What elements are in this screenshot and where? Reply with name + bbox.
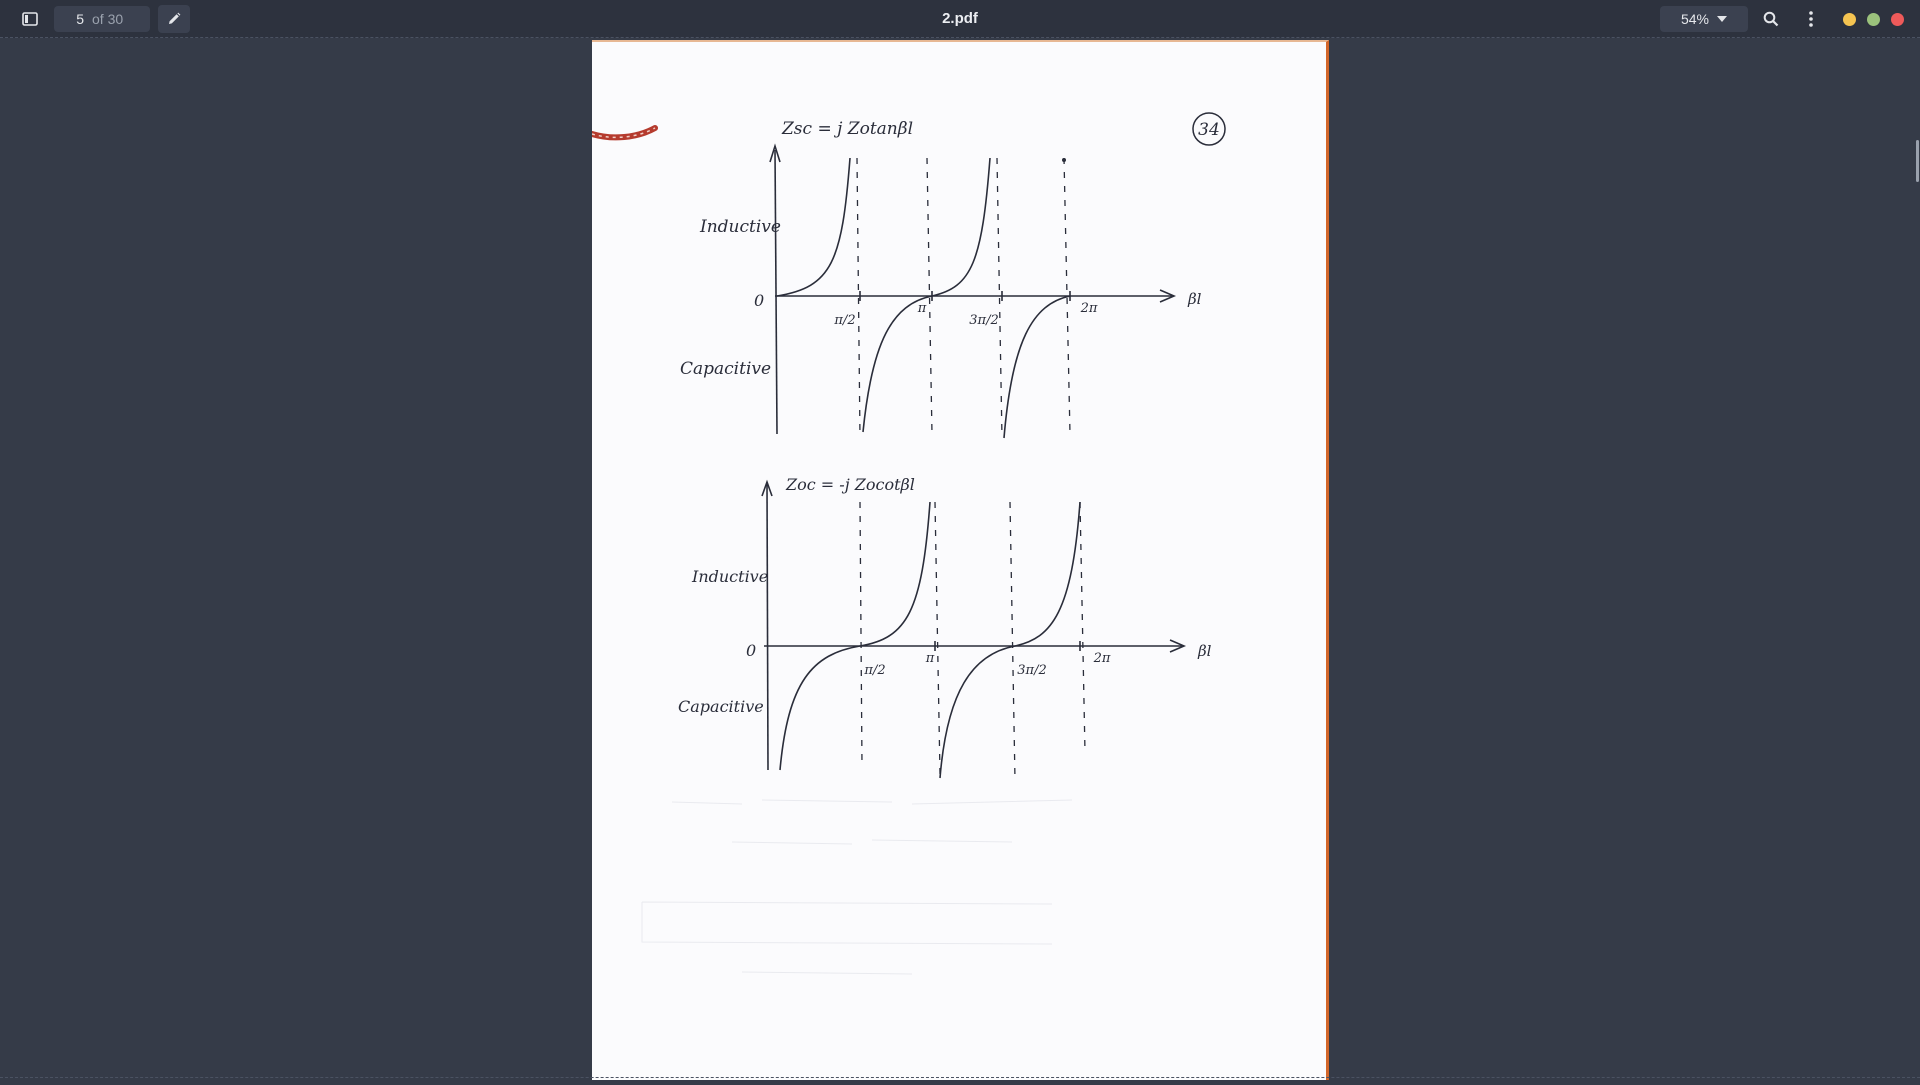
graph2-label-inductive: Inductive [691,567,768,586]
graph1 [769,143,1177,439]
document-title: 2.pdf [942,10,978,27]
graph1-y-axis [774,149,778,435]
pencil-icon [169,12,181,24]
annotate-button[interactable] [158,5,190,33]
kebab-menu-icon [1809,11,1813,27]
graph2-title: Zoc = -j Zocotβl [785,475,915,494]
scrollbar-thumb[interactable] [1916,140,1919,182]
graph1-label-capacitive: Capacitive [680,359,771,379]
maximize-button[interactable] [1867,13,1880,26]
document-viewer[interactable]: 34 Zsc = j Zotanβl Inductive Capacitive … [0,38,1920,1080]
graph2-curve-1 [779,501,931,771]
graph2 [761,479,1187,781]
graph2-curve-2 [939,501,1081,779]
graph2-origin: 0 [746,641,756,660]
graph1-origin: 0 [754,291,764,310]
sidebar-toggle-icon [22,12,38,26]
graph2-tick-3pi-half: 3π/2 [1017,663,1046,678]
search-icon [1763,11,1779,27]
graph1-curve-1 [776,157,851,297]
graph1-x-axis-label: βl [1187,290,1202,308]
graph2-y-axis [766,483,769,771]
search-button[interactable] [1756,5,1786,33]
graph2-x-axis-label: βl [1197,642,1212,660]
graph1-tick-2pi: 2π [1080,301,1098,316]
graph1-tick-3pi-half: 3π/2 [969,313,998,328]
graph1-tick-pi-half: π/2 [833,313,855,328]
pdf-page: 34 Zsc = j Zotanβl Inductive Capacitive … [589,40,1329,1080]
close-button[interactable] [1891,13,1904,26]
minimize-button[interactable] [1843,13,1856,26]
show-through-marks [641,799,1073,975]
graph2-tick-2pi: 2π [1093,651,1111,666]
zoom-label: 54% [1680,11,1710,27]
page-number-input[interactable]: 5 [54,11,92,27]
graph2-tick-pi: π [925,651,935,666]
menu-button[interactable] [1796,5,1826,33]
graph1-title: Zsc = j Zotanβl [781,119,913,139]
page-mark: 34 [1198,120,1220,140]
graph2-tick-pi-half: π/2 [863,663,885,678]
zoom-dropdown[interactable]: 54% [1660,6,1748,32]
sidebar-toggle-button[interactable] [14,5,46,33]
graph1-tick-pi: π [917,301,927,316]
page-indicator: 5 of 30 [54,6,150,32]
page-total-label: of 30 [92,11,124,27]
chevron-down-icon [1717,16,1728,22]
viewer-bottom-border [0,1077,1920,1078]
graph1-label-inductive: Inductive [699,217,781,237]
graph2-label-capacitive: Capacitive [678,697,764,716]
graph1-curve-2 [862,157,991,433]
graph1-curve-3 [1003,295,1071,439]
handwritten-page-image: 34 Zsc = j Zotanβl Inductive Capacitive … [589,112,1226,975]
toolbar: 5 of 30 2.pdf 54% [0,0,1920,38]
